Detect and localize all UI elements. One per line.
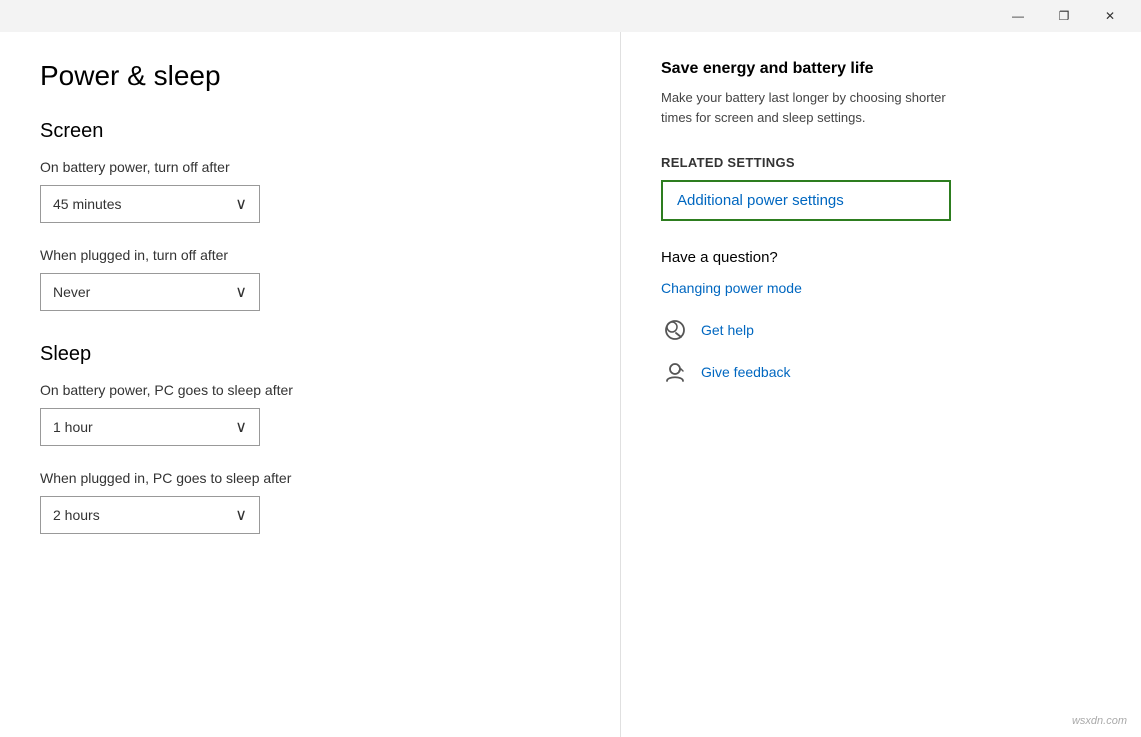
plugged-sleep-container: When plugged in, PC goes to sleep after … — [40, 470, 580, 534]
battery-sleep-value: 1 hour — [53, 419, 93, 435]
sleep-section-title: Sleep — [40, 343, 580, 366]
minimize-button[interactable]: — — [995, 2, 1041, 30]
give-feedback-item[interactable]: Give feedback — [661, 358, 1101, 386]
plugged-sleep-dropdown[interactable]: 2 hours ∨ — [40, 496, 260, 534]
additional-power-settings-link[interactable]: Additional power settings — [661, 180, 951, 221]
screen-section: Screen On battery power, turn off after … — [40, 120, 580, 311]
battery-screen-value: 45 minutes — [53, 196, 121, 212]
have-question-title: Have a question? — [661, 249, 1101, 266]
battery-screen-container: On battery power, turn off after 45 minu… — [40, 159, 580, 223]
plugged-screen-chevron-icon: ∨ — [235, 282, 247, 302]
page-title: Power & sleep — [40, 60, 580, 92]
give-feedback-icon — [661, 358, 689, 386]
save-energy-title: Save energy and battery life — [661, 60, 1101, 78]
save-energy-desc: Make your battery last longer by choosin… — [661, 88, 951, 127]
battery-screen-dropdown[interactable]: 45 minutes ∨ — [40, 185, 260, 223]
screen-section-title: Screen — [40, 120, 580, 143]
save-energy-block: Save energy and battery life Make your b… — [661, 60, 1101, 127]
get-help-link[interactable]: Get help — [701, 322, 754, 338]
battery-screen-chevron-icon: ∨ — [235, 194, 247, 214]
plugged-screen-dropdown[interactable]: Never ∨ — [40, 273, 260, 311]
give-feedback-link[interactable]: Give feedback — [701, 364, 791, 380]
sleep-section: Sleep On battery power, PC goes to sleep… — [40, 343, 580, 534]
related-settings-label: Related settings — [661, 155, 1101, 170]
plugged-sleep-chevron-icon: ∨ — [235, 505, 247, 525]
plugged-sleep-label: When plugged in, PC goes to sleep after — [40, 470, 580, 486]
plugged-sleep-value: 2 hours — [53, 507, 100, 523]
battery-screen-label: On battery power, turn off after — [40, 159, 580, 175]
action-links-block: Get help Give feedback — [661, 316, 1101, 386]
related-settings-block: Related settings Additional power settin… — [661, 155, 1101, 221]
plugged-screen-value: Never — [53, 284, 90, 300]
changing-power-mode-link[interactable]: Changing power mode — [661, 280, 1101, 296]
main-content: Power & sleep Screen On battery power, t… — [0, 32, 1141, 737]
title-bar: — ❐ ✕ — [0, 0, 1141, 32]
left-panel: Power & sleep Screen On battery power, t… — [0, 32, 620, 737]
get-help-item[interactable]: Get help — [661, 316, 1101, 344]
plugged-screen-label: When plugged in, turn off after — [40, 247, 580, 263]
maximize-button[interactable]: ❐ — [1041, 2, 1087, 30]
right-panel: Save energy and battery life Make your b… — [620, 32, 1141, 737]
plugged-screen-container: When plugged in, turn off after Never ∨ — [40, 247, 580, 311]
battery-sleep-dropdown[interactable]: 1 hour ∨ — [40, 408, 260, 446]
close-button[interactable]: ✕ — [1087, 2, 1133, 30]
battery-sleep-label: On battery power, PC goes to sleep after — [40, 382, 580, 398]
battery-sleep-container: On battery power, PC goes to sleep after… — [40, 382, 580, 446]
get-help-icon — [661, 316, 689, 344]
watermark: wsxdn.com — [1072, 715, 1127, 727]
have-question-block: Have a question? Changing power mode — [661, 249, 1101, 296]
battery-sleep-chevron-icon: ∨ — [235, 417, 247, 437]
